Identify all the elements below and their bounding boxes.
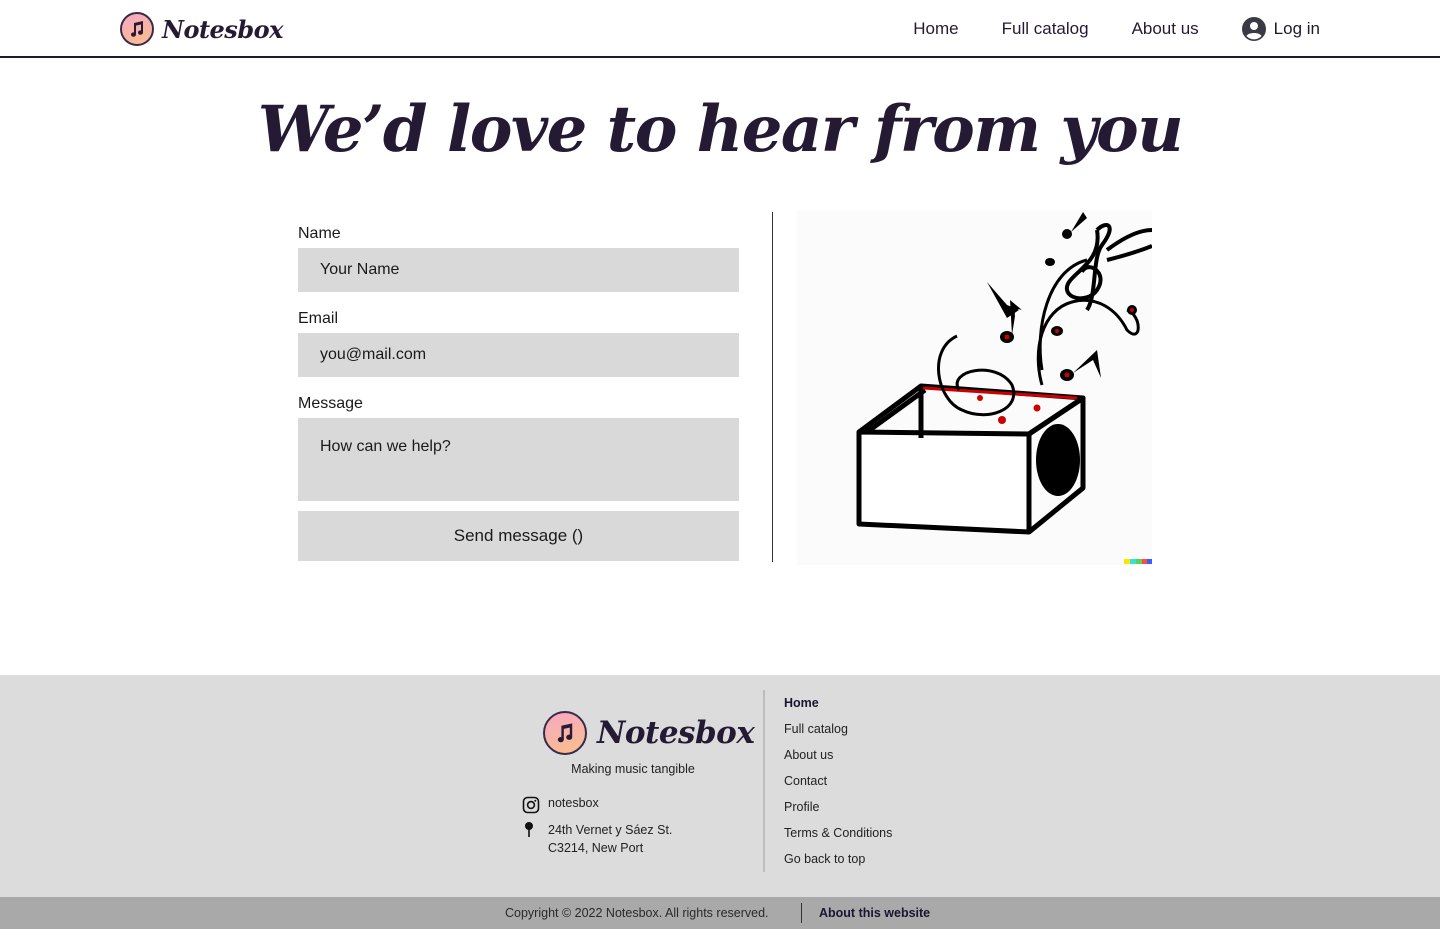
nav-home[interactable]: Home (913, 19, 958, 39)
copyright-bar: Copyright © 2022 Notesbox. All rights re… (0, 897, 1440, 929)
message-textarea[interactable]: How can we help? (298, 418, 739, 501)
footer-tagline: Making music tangible (571, 762, 695, 776)
about-website-link[interactable]: About this website (819, 906, 930, 920)
name-label: Name (298, 225, 341, 242)
login-label: Log in (1273, 19, 1320, 38)
name-input[interactable]: Your Name (298, 248, 739, 292)
login-button[interactable]: Log in (1241, 17, 1320, 41)
page-title: We’d love to hear from you (257, 92, 1184, 167)
site-header: Notesbox Home Full catalog About us Log … (0, 0, 1440, 58)
map-pin-icon (525, 822, 533, 837)
footer-link-terms[interactable]: Terms & Conditions (784, 826, 892, 852)
brand-logo[interactable]: Notesbox (120, 12, 283, 46)
user-circle-icon (1241, 17, 1266, 41)
brand-name: Notesbox (162, 14, 283, 44)
footer-divider (763, 690, 765, 872)
main-nav: Home Full catalog About us Log in (870, 0, 1320, 58)
site-footer: Notesbox Making music tangible notesbox … (0, 675, 1440, 897)
instagram-handle: notesbox (548, 796, 599, 810)
footer-brand-name: Notesbox (597, 715, 755, 751)
nav-about-us[interactable]: About us (1132, 19, 1199, 39)
address-line-1: 24th Vernet y Sáez St. (548, 823, 673, 837)
send-message-button[interactable]: Send message () (298, 511, 739, 561)
address-block: 24th Vernet y Sáez St. C3214, New Port (522, 821, 672, 857)
address-line-2: C3214, New Port (548, 841, 644, 855)
footer-link-home[interactable]: Home (784, 696, 892, 722)
footer-nav: Home Full catalog About us Contact Profi… (784, 696, 892, 878)
footer-link-about-us[interactable]: About us (784, 748, 892, 774)
form-divider (772, 212, 773, 562)
footer-link-contact[interactable]: Contact (784, 774, 892, 800)
footer-link-full-catalog[interactable]: Full catalog (784, 722, 892, 748)
music-note-icon (543, 711, 587, 755)
email-input[interactable]: you@mail.com (298, 333, 739, 377)
copyright-text: Copyright © 2022 Notesbox. All rights re… (505, 906, 769, 920)
footer-brand-logo[interactable]: Notesbox (543, 711, 755, 755)
instagram-link[interactable]: notesbox (522, 796, 599, 814)
contact-form: Name Your Name Email you@mail.com Messag… (298, 224, 739, 561)
copyright-divider (801, 903, 802, 923)
footer-link-profile[interactable]: Profile (784, 800, 892, 826)
message-label: Message (298, 395, 363, 412)
email-label: Email (298, 310, 339, 327)
instagram-icon (522, 796, 540, 814)
footer-link-back-to-top[interactable]: Go back to top (784, 852, 892, 878)
music-note-icon (120, 12, 154, 46)
nav-full-catalog[interactable]: Full catalog (1002, 19, 1089, 39)
music-box-illustration (797, 210, 1153, 565)
